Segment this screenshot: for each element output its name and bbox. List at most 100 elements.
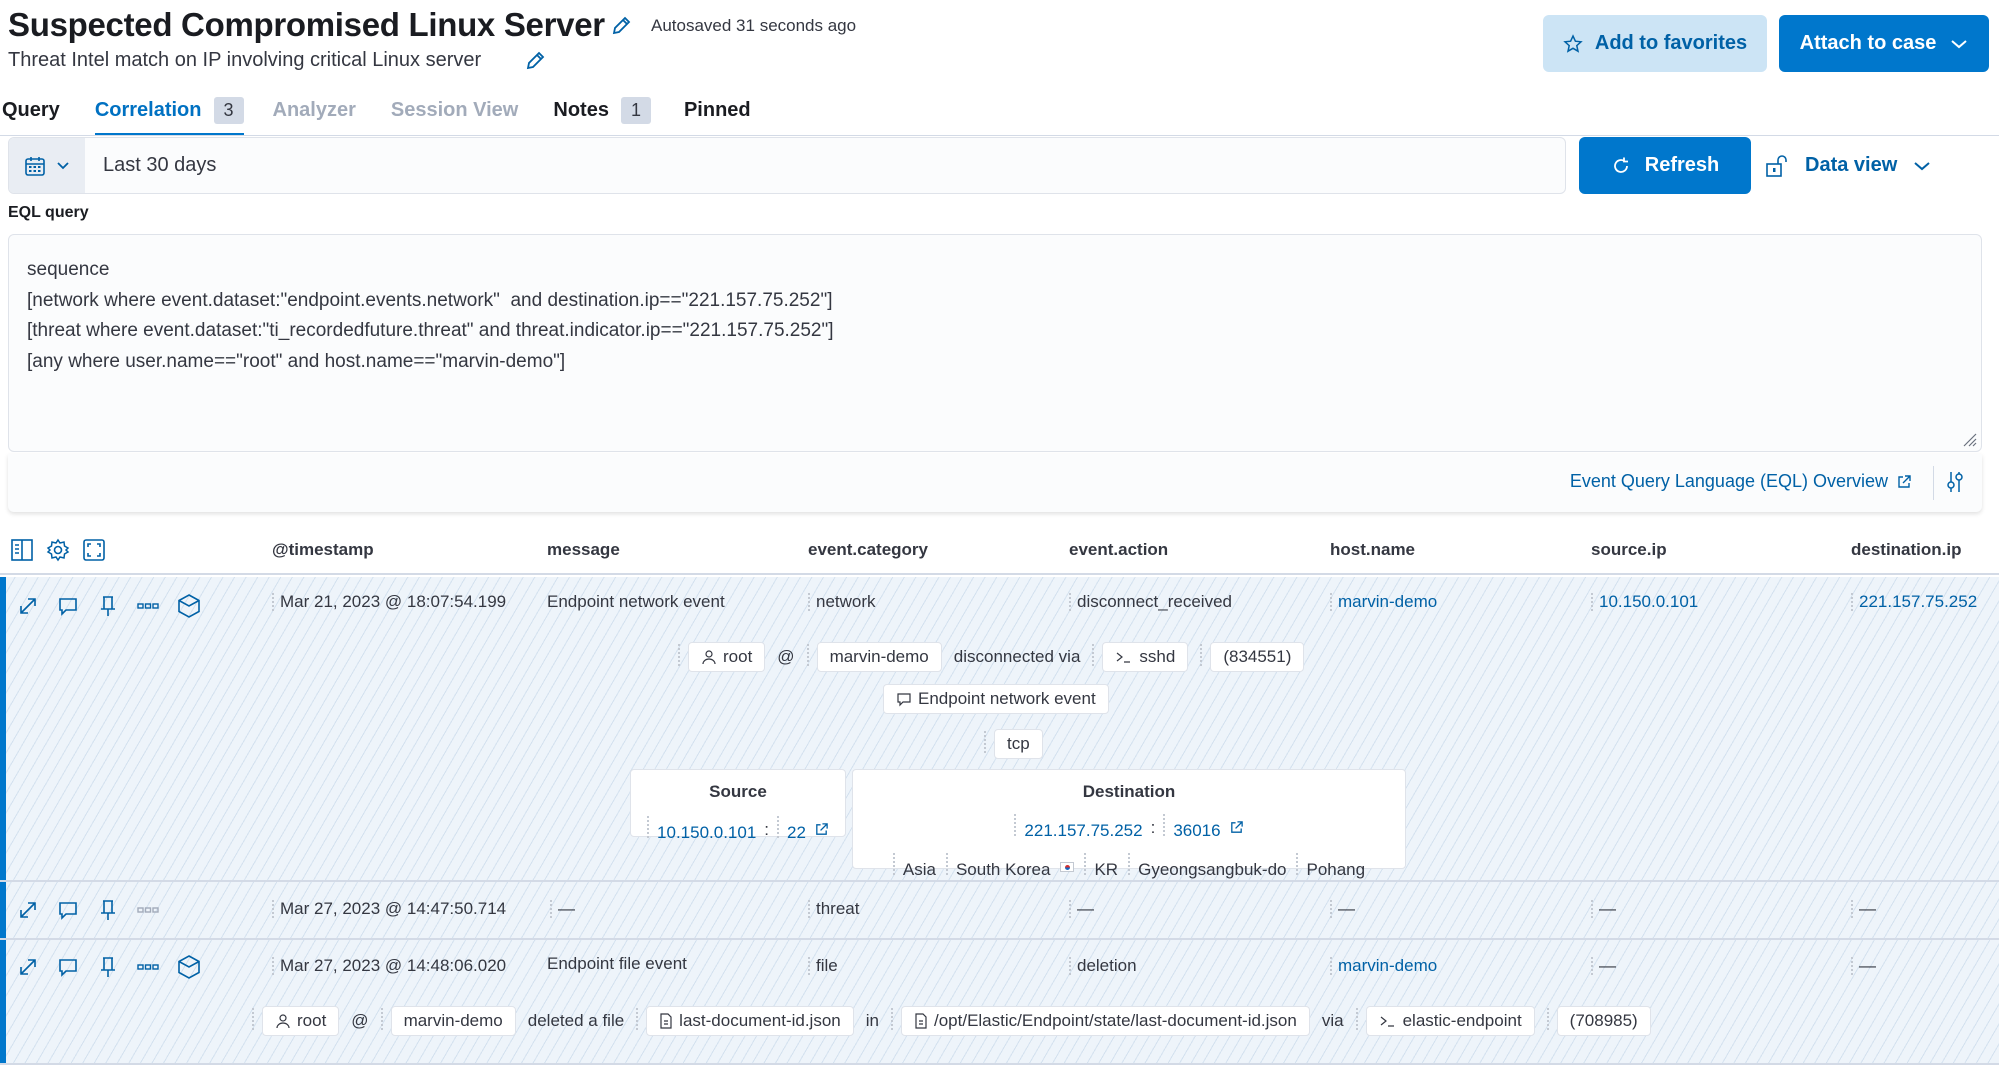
cell-destination-ip[interactable]: 221.157.75.252: [1851, 592, 1977, 612]
eql-overview-link-label: Event Query Language (EQL) Overview: [1569, 471, 1888, 491]
cell-destination-ip[interactable]: —: [1851, 899, 1876, 919]
user-chip[interactable]: root: [262, 1006, 340, 1036]
destination-ip-link[interactable]: 221.157.75.252: [1014, 814, 1142, 841]
add-note-icon[interactable]: [56, 594, 80, 618]
cell-event-action[interactable]: —: [1069, 899, 1094, 919]
events-grid-header: @timestamp message event.category event.…: [0, 527, 1999, 575]
at-symbol: @: [351, 1011, 369, 1030]
analyze-event-icon[interactable]: [176, 954, 202, 980]
process-chip[interactable]: elastic-endpoint: [1365, 1006, 1535, 1036]
process-chip[interactable]: sshd: [1102, 642, 1189, 672]
cell-host-name[interactable]: marvin-demo: [1330, 592, 1437, 612]
eql-query-input[interactable]: sequence [network where event.dataset:"e…: [8, 234, 1982, 452]
eql-options-icon[interactable]: [1946, 470, 1964, 494]
attach-to-case-label: Attach to case: [1799, 32, 1937, 54]
add-to-favorites-button[interactable]: Add to favorites: [1543, 15, 1767, 72]
field-browser-icon[interactable]: [10, 538, 34, 562]
data-view-picker[interactable]: Data view: [1765, 137, 1931, 194]
geo-city[interactable]: Pohang: [1296, 853, 1365, 880]
edit-description-icon[interactable]: [524, 50, 546, 72]
cell-host-name[interactable]: —: [1330, 899, 1355, 919]
document-icon: [659, 1013, 673, 1029]
cell-destination-ip[interactable]: —: [1851, 956, 1876, 976]
tab-session-view[interactable]: Session View: [391, 92, 518, 136]
cell-message[interactable]: Endpoint network event: [547, 592, 725, 612]
process-name: sshd: [1139, 647, 1176, 666]
add-note-icon[interactable]: [56, 898, 80, 922]
cell-timestamp[interactable]: Mar 27, 2023 @ 14:48:06.020: [272, 956, 506, 976]
quick-select-button[interactable]: [9, 138, 85, 193]
pid-chip[interactable]: (834551): [1210, 642, 1305, 672]
geo-country[interactable]: South Korea: [946, 853, 1051, 880]
resize-handle-icon[interactable]: [1961, 431, 1977, 447]
more-actions-icon[interactable]: [136, 955, 160, 979]
expand-event-icon[interactable]: [16, 955, 40, 979]
via-text: via: [1321, 1011, 1344, 1030]
tab-pinned[interactable]: Pinned: [684, 92, 751, 136]
refresh-label: Refresh: [1644, 154, 1720, 176]
cell-host-name[interactable]: marvin-demo: [1330, 956, 1437, 976]
external-link-icon[interactable]: [814, 822, 829, 837]
cell-source-ip[interactable]: —: [1591, 956, 1616, 976]
message-text: Endpoint network event: [918, 689, 1096, 708]
refresh-icon: [1611, 156, 1631, 176]
add-note-icon[interactable]: [56, 955, 80, 979]
refresh-button[interactable]: Refresh: [1579, 137, 1751, 194]
tab-correlation[interactable]: Correlation 3: [94, 92, 244, 136]
cell-event-category[interactable]: network: [808, 592, 876, 612]
pin-event-icon[interactable]: [96, 898, 120, 922]
eql-overview-link[interactable]: Event Query Language (EQL) Overview: [1570, 471, 1912, 492]
user-chip[interactable]: root: [688, 642, 766, 672]
file-name-chip[interactable]: last-document-id.json: [646, 1006, 854, 1036]
pin-event-icon[interactable]: [96, 594, 120, 618]
event-renderer-line: root @ marvin-demo disconnected via sshd…: [678, 642, 1305, 672]
host-chip[interactable]: marvin-demo: [390, 1006, 516, 1036]
tab-query[interactable]: Query: [2, 92, 60, 136]
pid-chip[interactable]: (708985): [1556, 1006, 1651, 1036]
source-ip-link[interactable]: 10.150.0.101: [647, 816, 756, 843]
fullscreen-icon[interactable]: [82, 538, 106, 562]
date-range-value[interactable]: Last 30 days: [85, 138, 216, 193]
cell-event-action[interactable]: disconnect_received: [1069, 592, 1232, 612]
host-chip[interactable]: marvin-demo: [816, 642, 942, 672]
geo-continent[interactable]: Asia: [893, 853, 936, 880]
message-chip[interactable]: Endpoint network event: [883, 684, 1109, 714]
cell-event-action[interactable]: deletion: [1069, 956, 1137, 976]
file-path-chip[interactable]: /opt/Elastic/Endpoint/state/last-documen…: [900, 1006, 1310, 1036]
expand-event-icon[interactable]: [16, 594, 40, 618]
tab-analyzer[interactable]: Analyzer: [273, 92, 356, 136]
column-header-timestamp[interactable]: @timestamp: [272, 540, 374, 560]
edit-title-icon[interactable]: [610, 15, 632, 37]
comment-icon: [896, 691, 912, 707]
cell-timestamp[interactable]: Mar 27, 2023 @ 14:47:50.714: [272, 899, 506, 919]
destination-port-link[interactable]: 36016: [1163, 814, 1220, 841]
tab-notes[interactable]: Notes 1: [553, 92, 651, 136]
eql-footer-divider: [1933, 466, 1934, 500]
cell-source-ip[interactable]: —: [1591, 899, 1616, 919]
cell-timestamp[interactable]: Mar 21, 2023 @ 18:07:54.199: [272, 592, 506, 612]
date-range-picker[interactable]: Last 30 days: [8, 137, 1566, 194]
cell-message[interactable]: Endpoint file event: [547, 954, 687, 974]
column-header-event-action[interactable]: event.action: [1069, 540, 1168, 560]
gear-icon[interactable]: [46, 538, 70, 562]
source-port-link[interactable]: 22: [777, 816, 806, 843]
tab-pinned-label: Pinned: [683, 98, 751, 121]
column-header-destination-ip[interactable]: destination.ip: [1851, 540, 1962, 560]
cell-message[interactable]: —: [550, 899, 575, 919]
column-header-event-category[interactable]: event.category: [808, 540, 928, 560]
expand-event-icon[interactable]: [16, 898, 40, 922]
pin-event-icon[interactable]: [96, 955, 120, 979]
column-header-host-name[interactable]: host.name: [1330, 540, 1415, 560]
more-actions-icon[interactable]: [136, 594, 160, 618]
transport-chip[interactable]: tcp: [994, 729, 1043, 759]
column-header-message[interactable]: message: [547, 540, 620, 560]
cell-event-category[interactable]: threat: [808, 899, 859, 919]
analyze-event-icon[interactable]: [176, 593, 202, 619]
cell-source-ip[interactable]: 10.150.0.101: [1591, 592, 1698, 612]
external-link-icon[interactable]: [1229, 820, 1244, 835]
attach-to-case-button[interactable]: Attach to case: [1779, 15, 1989, 72]
geo-region[interactable]: Gyeongsangbuk-do: [1128, 853, 1286, 880]
geo-country-code[interactable]: KR: [1084, 853, 1118, 880]
cell-event-category[interactable]: file: [808, 956, 838, 976]
column-header-source-ip[interactable]: source.ip: [1591, 540, 1667, 560]
